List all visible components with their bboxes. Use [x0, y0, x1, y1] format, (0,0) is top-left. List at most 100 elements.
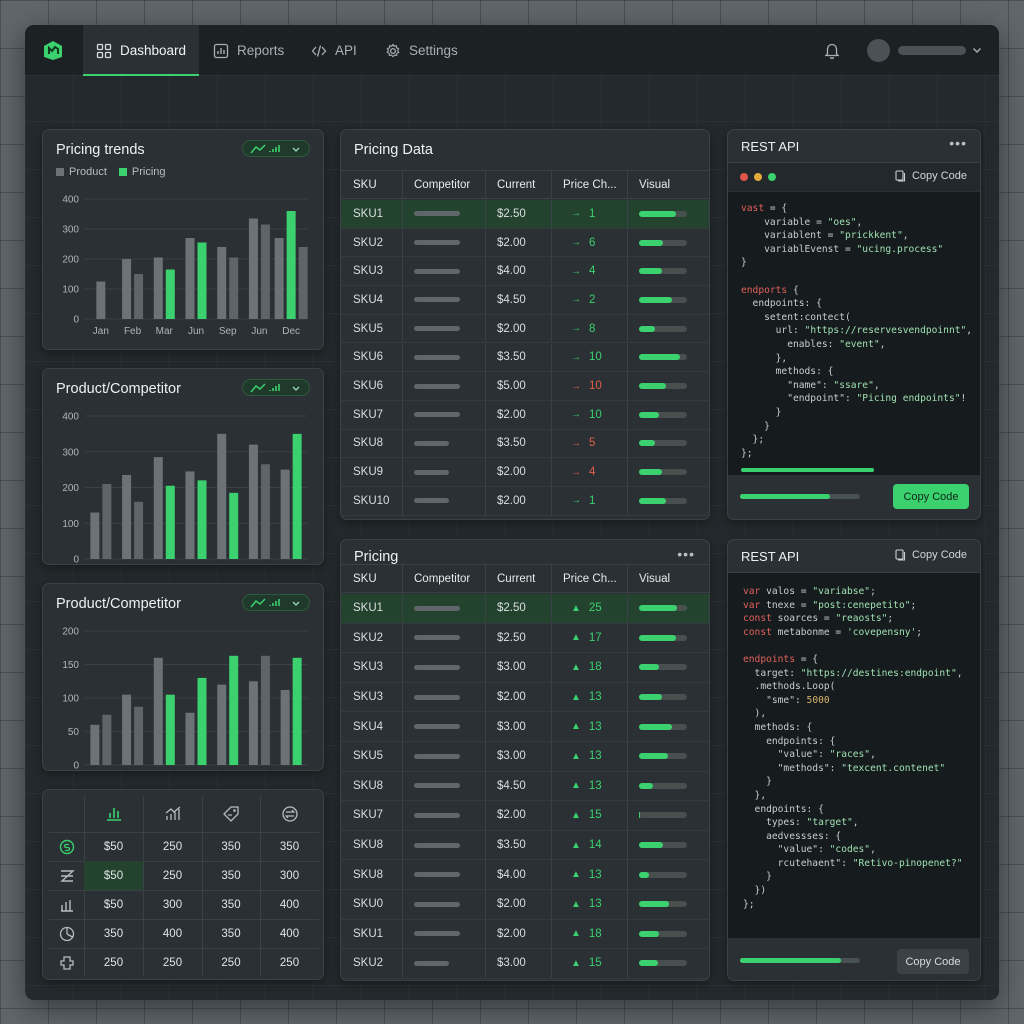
exchange-icon[interactable] [260, 796, 319, 832]
user-name-placeholder[interactable] [898, 46, 966, 55]
column-header[interactable]: Current [485, 171, 551, 198]
chart-bar[interactable] [153, 657, 163, 765]
table-row[interactable]: SKU6 $3.50 → 10 [341, 343, 709, 373]
chart-bar[interactable] [260, 224, 270, 320]
copy-code-button[interactable]: Copy Code [897, 949, 969, 974]
chart-bar[interactable] [90, 512, 100, 559]
table-row[interactable]: SKU2 $3.00 ▲ 15 [341, 949, 709, 979]
table-row[interactable]: SKU8 $3.50 ▲ 14 [341, 830, 709, 861]
chart-bar[interactable] [197, 242, 207, 320]
app-logo-icon[interactable] [41, 39, 65, 61]
copy-code-link[interactable]: Copy Code [895, 549, 967, 561]
chart-bar[interactable] [102, 483, 112, 559]
chevron-down-icon[interactable] [971, 44, 983, 56]
chart-bar[interactable] [274, 238, 284, 319]
table-row[interactable]: SKU1 $2.50 ▲ 25 [341, 594, 709, 624]
column-header[interactable]: Competitor [402, 171, 485, 198]
column-header[interactable]: Price Ch... [551, 171, 627, 198]
table-row[interactable]: SKU2 $2.00 → 6 [341, 228, 709, 258]
chart-bar[interactable] [96, 281, 106, 320]
column-header[interactable]: Competitor [402, 565, 485, 592]
table-row[interactable]: SKU5 $2.00 → 8 [341, 314, 709, 344]
table-row[interactable]: SKU6 $5.00 → 10 [341, 372, 709, 401]
chart-bar[interactable] [292, 657, 302, 765]
grid-cell[interactable]: 300 [260, 861, 319, 890]
table-row[interactable]: SKU3 $4.00 → 4 [341, 257, 709, 287]
grid-cell[interactable]: 250 [143, 861, 202, 890]
chart-bar[interactable] [102, 714, 112, 765]
more-options-icon[interactable]: ••• [949, 135, 967, 151]
copy-code-link[interactable]: Copy Code [895, 170, 967, 182]
chart-bar[interactable] [122, 474, 132, 559]
column-header[interactable]: SKU [341, 171, 402, 198]
chart-bar[interactable] [185, 712, 195, 765]
tab-settings[interactable]: Settings [385, 25, 458, 76]
grid-cell[interactable]: 250 [143, 948, 202, 977]
chart-bar[interactable] [153, 457, 163, 559]
price-tag-icon[interactable] [202, 796, 260, 832]
chart-bar[interactable] [280, 469, 290, 559]
table-row[interactable]: SKU7 $2.00 → 10 [341, 400, 709, 430]
grid-cell[interactable]: 350 [84, 919, 143, 948]
bar-chart-icon[interactable] [84, 796, 143, 832]
grid-cell[interactable]: 250 [84, 948, 143, 977]
column-header[interactable]: Current [485, 565, 551, 592]
chart-bar[interactable] [217, 433, 227, 559]
chart-bar[interactable] [165, 485, 175, 559]
grid-cell[interactable]: 350 [260, 832, 319, 861]
chart-bar[interactable] [229, 655, 239, 765]
chart-bar[interactable] [217, 247, 227, 319]
column-header[interactable]: Visual [627, 171, 711, 198]
table-row[interactable]: SKU2 $2.50 ▲ 17 [341, 623, 709, 654]
grid-cell[interactable]: 250 [202, 948, 260, 977]
chart-bar[interactable] [217, 684, 227, 765]
table-row[interactable]: SKU8 $3.50 → 5 [341, 429, 709, 459]
table-row[interactable]: SKU8 $4.50 ▲ 13 [341, 771, 709, 802]
chart-bar[interactable] [292, 433, 302, 559]
table-row[interactable]: SKU5 $3.00 ▲ 13 [341, 742, 709, 772]
chart-bar[interactable] [197, 480, 207, 559]
trend-chart-icon[interactable] [143, 796, 202, 832]
chart-bar[interactable] [248, 444, 258, 559]
chart-bar[interactable] [122, 694, 132, 765]
table-row[interactable]: SKU9 $2.00 → 4 [341, 458, 709, 487]
grid-cell[interactable]: 300 [143, 890, 202, 919]
chart-bar[interactable] [90, 724, 100, 765]
chart-bar[interactable] [185, 471, 195, 559]
grid-cell[interactable]: 350 [202, 832, 260, 861]
chart-bar[interactable] [298, 247, 308, 319]
table-row[interactable]: SKU0 $2.00 ▲ 13 [341, 890, 709, 920]
chart-bar[interactable] [197, 677, 207, 765]
grid-cell[interactable]: 350 [202, 919, 260, 948]
chart-bar[interactable] [165, 269, 175, 320]
chart-bar[interactable] [185, 238, 195, 319]
notification-bell-icon[interactable] [823, 41, 841, 59]
table-row[interactable]: SKU4 $3.00 ▲ 13 [341, 712, 709, 742]
chart-bar[interactable] [229, 257, 239, 320]
chart-bar[interactable] [153, 257, 163, 320]
chart-bar[interactable] [280, 689, 290, 765]
grid-cell[interactable]: $50 [84, 890, 143, 919]
column-header[interactable]: Price Ch... [551, 565, 627, 592]
chart-bar[interactable] [286, 211, 296, 319]
chart-bar[interactable] [229, 492, 239, 559]
grid-cell[interactable]: 250 [260, 948, 319, 977]
tab-api[interactable]: API [311, 25, 357, 76]
grid-cell[interactable]: $50 [84, 832, 143, 861]
chart-bar[interactable] [260, 464, 270, 559]
more-options-icon[interactable]: ••• [677, 546, 695, 562]
chart-bar[interactable] [134, 706, 144, 765]
table-row[interactable]: SKU4 $4.50 → 2 [341, 286, 709, 315]
table-row[interactable]: SKU7 $2.00 ▲ 15 [341, 801, 709, 831]
chart-bar[interactable] [134, 274, 144, 319]
column-header[interactable]: Visual [627, 565, 711, 592]
column-header[interactable]: SKU [341, 565, 402, 592]
grid-cell[interactable]: 400 [260, 919, 319, 948]
grid-cell[interactable]: 350 [202, 861, 260, 890]
table-row[interactable]: SKU10 $2.00 → 1 [341, 487, 709, 516]
grid-cell[interactable]: 350 [202, 890, 260, 919]
chart-bar[interactable] [248, 681, 258, 765]
code-scrollbar[interactable] [741, 468, 878, 472]
chart-bar[interactable] [165, 694, 175, 765]
copy-code-button[interactable]: Copy Code [893, 484, 969, 509]
